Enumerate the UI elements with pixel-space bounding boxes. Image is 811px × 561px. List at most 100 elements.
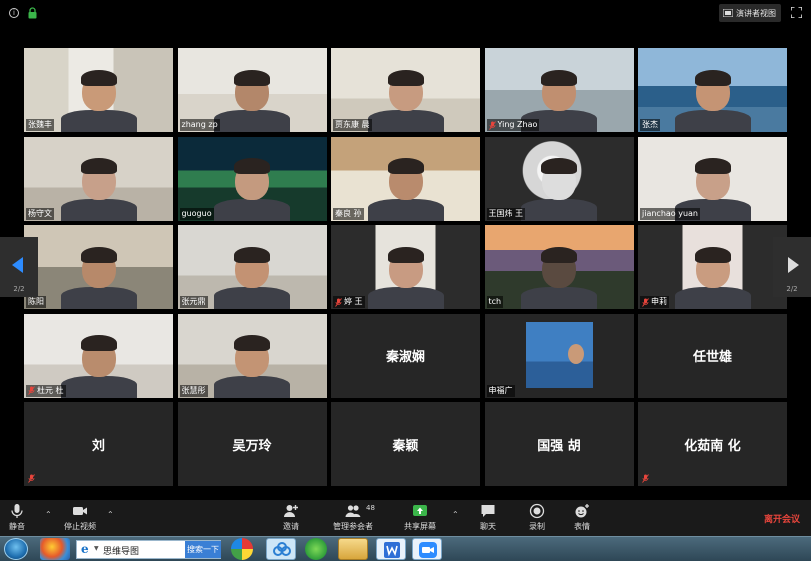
- invite-button[interactable]: 邀请: [283, 502, 299, 534]
- taskbar-app-360-security-icon[interactable]: [305, 538, 327, 560]
- participant-tile[interactable]: 贾东康 晨: [331, 48, 480, 132]
- speaker-view-button[interactable]: 演讲者视图: [719, 4, 781, 22]
- participant-name-tag: 杨守文: [26, 207, 54, 220]
- participant-tile[interactable]: 张元鼎: [177, 225, 327, 309]
- speaker-view-icon: [723, 9, 733, 17]
- next-page-button[interactable]: 2/2: [773, 237, 811, 297]
- audio-options-caret-icon[interactable]: ⌃: [45, 510, 52, 519]
- participant-tile[interactable]: 杨守文: [24, 136, 173, 221]
- participant-tile[interactable]: jianchao yuan: [638, 136, 787, 221]
- participant-video: [484, 225, 634, 309]
- taskbar-app-360-browser-icon[interactable]: [231, 538, 253, 560]
- participant-name: Ying Zhao: [497, 120, 538, 129]
- participant-tile[interactable]: 国强 胡: [484, 402, 634, 486]
- taskbar-app-file-explorer-icon[interactable]: [338, 538, 368, 560]
- muted-microphone-icon: [28, 474, 35, 483]
- record-icon: [529, 503, 545, 519]
- fullscreen-icon[interactable]: [791, 7, 802, 18]
- search-button[interactable]: 搜索一下: [185, 541, 221, 558]
- participant-tile[interactable]: 杜元 杜: [24, 313, 173, 398]
- search-bar[interactable]: e ▼ 思维导图 搜索一下: [76, 540, 221, 559]
- invite-label: 邀请: [283, 522, 299, 531]
- participant-name-tag: 陈阳: [26, 296, 46, 308]
- arrow-right-icon: [788, 257, 799, 273]
- chat-button[interactable]: 聊天: [480, 502, 496, 534]
- participant-name: 杜元 杜: [37, 385, 64, 395]
- share-screen-label: 共享屏幕: [404, 522, 436, 531]
- participant-name: 贾东康 晨: [335, 120, 370, 129]
- participant-tile[interactable]: 吴万玲: [177, 402, 327, 486]
- taskbar-app-wps-writer-icon[interactable]: [376, 538, 406, 560]
- participant-tile[interactable]: 张杰: [638, 48, 787, 132]
- participant-name-tag: 婷 王: [333, 296, 365, 308]
- participant-name-tag: 张元鼎: [179, 296, 208, 308]
- share-options-caret-icon[interactable]: ⌃: [452, 510, 459, 519]
- reactions-button[interactable]: 表情: [574, 502, 590, 534]
- participant-tile[interactable]: 张魏丰: [24, 48, 173, 132]
- windows-start-icon[interactable]: [4, 538, 28, 560]
- taskbar-app-qq-browser-icon[interactable]: [40, 538, 70, 560]
- windows-taskbar: e ▼ 思维导图 搜索一下: [0, 536, 811, 561]
- search-dropdown-icon[interactable]: ▼: [94, 545, 99, 552]
- lock-icon[interactable]: [27, 7, 38, 19]
- participant-tile[interactable]: 王国炜 王: [484, 136, 634, 221]
- participant-tile[interactable]: 申福广: [484, 313, 634, 398]
- participant-tile[interactable]: tch: [484, 225, 634, 309]
- participant-name-tag: jianchao yuan: [640, 207, 701, 220]
- participant-tile[interactable]: Ying Zhao: [484, 48, 634, 132]
- participant-name-tag: tch: [486, 296, 504, 308]
- participant-tile[interactable]: guoguo: [177, 136, 327, 221]
- participant-name: 申莉: [651, 297, 667, 306]
- participants-label: 管理参会者: [333, 522, 373, 531]
- participant-tile[interactable]: 刘: [24, 402, 173, 486]
- wps-w-icon: [384, 542, 400, 558]
- participant-tile[interactable]: 任世雄: [638, 313, 787, 398]
- participant-display-name: 化茹南 化: [684, 438, 741, 454]
- mute-button[interactable]: 静音: [9, 502, 25, 534]
- participant-name: tch: [488, 297, 502, 306]
- participant-display-name: 国强 胡: [537, 438, 581, 454]
- participant-tile[interactable]: 秦颖: [331, 402, 480, 486]
- participant-name-tag: 贾东康 晨: [333, 119, 372, 131]
- participant-display-name: 秦颖: [392, 438, 419, 454]
- participant-name: 张杰: [642, 120, 658, 129]
- arrow-left-icon: [12, 257, 23, 273]
- browser-e-icon: e: [81, 542, 89, 556]
- participant-name: 申福广: [488, 385, 513, 395]
- participant-tile[interactable]: 申莉: [638, 225, 787, 309]
- video-options-caret-icon[interactable]: ⌃: [107, 510, 114, 519]
- participant-name-tag: Ying Zhao: [486, 119, 540, 131]
- reactions-label: 表情: [574, 522, 590, 531]
- share-screen-button[interactable]: 共享屏幕: [404, 502, 436, 534]
- previous-page-button[interactable]: 2/2: [0, 237, 38, 297]
- participant-tile[interactable]: 秦淑娴: [331, 313, 480, 398]
- add-person-icon: [284, 505, 298, 517]
- search-input[interactable]: 思维导图: [103, 544, 139, 557]
- participant-display-name: 任世雄: [692, 350, 732, 365]
- page-indicator-right: 2/2: [786, 285, 798, 293]
- participant-name-tag: 王国炜 王: [486, 207, 526, 220]
- taskbar-app-baidu-netdisk-icon[interactable]: [266, 538, 296, 560]
- stop-video-button[interactable]: 停止视频: [64, 502, 96, 534]
- participant-name-tag: guoguo: [179, 207, 214, 220]
- participant-tile[interactable]: 化茹南 化: [638, 402, 787, 486]
- participant-tile[interactable]: 张慧彤: [177, 313, 327, 398]
- video-camera-icon: [73, 507, 87, 515]
- muted-microphone-icon: [488, 120, 496, 130]
- participant-tile[interactable]: 婷 王: [331, 225, 480, 309]
- taskbar-app-zoom-icon[interactable]: [412, 538, 442, 560]
- muted-microphone-icon: [335, 297, 342, 307]
- participant-tile[interactable]: 秦良 孙: [331, 136, 480, 221]
- mute-label: 静音: [9, 522, 25, 531]
- participant-tile[interactable]: 陈阳: [24, 225, 173, 309]
- chat-label: 聊天: [480, 522, 496, 531]
- participant-name: 王国炜 王: [488, 208, 524, 218]
- participant-name: 婷 王: [344, 297, 363, 306]
- info-icon[interactable]: i: [9, 8, 19, 18]
- record-button[interactable]: 录制: [529, 502, 545, 534]
- participant-name-tag: 张魏丰: [26, 119, 54, 131]
- leave-meeting-button[interactable]: 离开会议: [764, 512, 800, 525]
- participant-tile[interactable]: zhang zp: [177, 48, 327, 132]
- speaker-view-label: 演讲者视图: [736, 8, 776, 18]
- participant-display-name: 秦淑娴: [385, 350, 425, 365]
